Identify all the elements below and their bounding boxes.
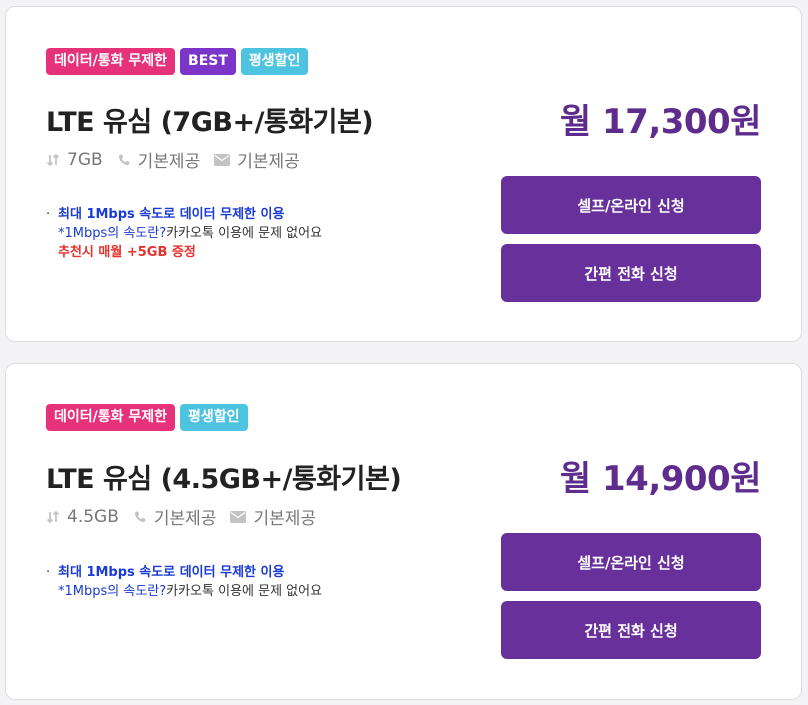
phone-apply-button[interactable]: 간편 전화 신청 xyxy=(501,601,761,659)
phone-icon xyxy=(134,511,146,522)
plan-badges: 데이터/통화 무제한 BEST 평생할인 xyxy=(46,48,309,75)
plan-card: 데이터/통화 무제한 BEST 평생할인 LTE 유심 (7GB+/통화기본) … xyxy=(5,6,802,342)
mail-icon xyxy=(214,153,231,166)
speed-info-text: 카카오톡 이용에 문제 없어요 xyxy=(166,226,323,241)
spec-sms-value: 기본제공 xyxy=(237,152,300,172)
data-arrows-icon xyxy=(46,510,60,523)
phone-icon xyxy=(118,154,130,165)
plan-price: 월 14,900원 xyxy=(559,459,762,499)
speed-info-link[interactable]: *1Mbps의 속도란? xyxy=(58,582,166,601)
spec-data-value: 7GB xyxy=(67,149,103,170)
spec-sms: 기본제공 xyxy=(214,147,300,172)
bullet: · xyxy=(46,565,51,580)
plan-notes: · 최대 1Mbps 속도로 데이터 무제한 이용 *1Mbps의 속도란? 카… xyxy=(46,205,322,262)
spec-voice: 기본제공 xyxy=(117,147,201,172)
badge-unlimited: 데이터/통화 무제한 xyxy=(46,404,176,431)
phone-apply-button[interactable]: 간편 전화 신청 xyxy=(501,244,761,302)
spec-data-value: 4.5GB xyxy=(67,506,119,527)
bullet: · xyxy=(46,207,51,222)
spec-data: 4.5GB xyxy=(46,507,119,527)
plan-card: 데이터/통화 무제한 평생할인 LTE 유심 (4.5GB+/통화기본) 월 1… xyxy=(5,363,802,700)
note-line: · 최대 1Mbps 속도로 데이터 무제한 이용 xyxy=(46,563,322,582)
self-online-apply-button[interactable]: 셀프/온라인 신청 xyxy=(501,176,761,234)
badge-best: BEST xyxy=(180,48,236,75)
spec-sms: 기본제공 xyxy=(230,504,316,529)
note-line: · 최대 1Mbps 속도로 데이터 무제한 이용 xyxy=(46,205,322,224)
note-unlimited-speed: 최대 1Mbps 속도로 데이터 무제한 이용 xyxy=(58,565,285,580)
self-online-apply-button[interactable]: 셀프/온라인 신청 xyxy=(501,533,761,591)
note-line: 추천시 매월 +5GB 증정 xyxy=(46,243,322,262)
badge-lifetime-discount: 평생할인 xyxy=(180,404,248,431)
spec-sms-value: 기본제공 xyxy=(253,509,316,529)
plan-notes: · 최대 1Mbps 속도로 데이터 무제한 이용 *1Mbps의 속도란? 카… xyxy=(46,563,322,601)
plan-title: LTE 유심 (4.5GB+/통화기본) xyxy=(46,464,402,495)
referral-promo: 추천시 매월 +5GB 증정 xyxy=(58,245,196,260)
data-arrows-icon xyxy=(46,153,60,166)
badge-unlimited: 데이터/통화 무제한 xyxy=(46,48,176,75)
note-line: *1Mbps의 속도란? 카카오톡 이용에 문제 없어요 xyxy=(46,224,322,243)
spec-data: 7GB xyxy=(46,150,103,170)
spec-voice: 기본제공 xyxy=(133,504,217,529)
spec-voice-value: 기본제공 xyxy=(153,509,217,529)
speed-info-text: 카카오톡 이용에 문제 없어요 xyxy=(166,584,323,599)
spec-voice-value: 기본제공 xyxy=(137,152,201,172)
plan-title: LTE 유심 (7GB+/통화기본) xyxy=(46,107,374,138)
plan-specs: 4.5GB 기본제공 기본제공 xyxy=(46,504,330,529)
speed-info-link[interactable]: *1Mbps의 속도란? xyxy=(58,224,166,243)
badge-lifetime-discount: 평생할인 xyxy=(240,48,309,75)
plan-specs: 7GB 기본제공 기본제공 xyxy=(46,147,314,172)
note-line: *1Mbps의 속도란? 카카오톡 이용에 문제 없어요 xyxy=(46,582,322,601)
mail-icon xyxy=(230,510,247,523)
plan-badges: 데이터/통화 무제한 평생할인 xyxy=(46,404,248,431)
note-unlimited-speed: 최대 1Mbps 속도로 데이터 무제한 이용 xyxy=(58,207,285,222)
plan-price: 월 17,300원 xyxy=(559,102,762,142)
